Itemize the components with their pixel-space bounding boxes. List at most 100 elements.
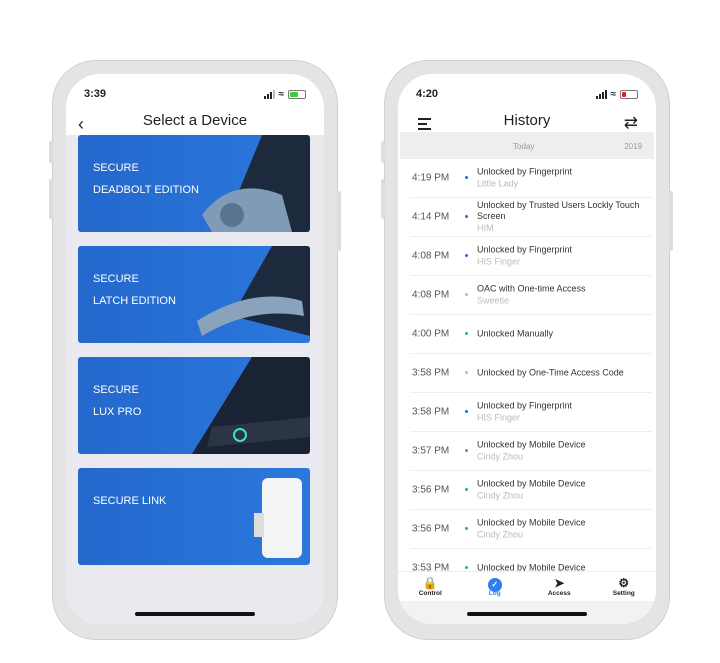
history-row[interactable]: 3:58 PM Unlocked by One-Time Access Code (410, 354, 652, 393)
year-label[interactable]: 2019 (624, 142, 642, 151)
tab-access[interactable]: ➤ Access (534, 572, 584, 601)
status-dot (465, 371, 468, 374)
history-row[interactable]: 3:57 PM Unlocked by Mobile Device Cindy Zh… (410, 432, 652, 471)
status-dot (465, 254, 468, 257)
status-bar: 4:20 ≈ (416, 87, 638, 101)
history-list[interactable]: 4:19 PM Unlocked by Fingerprint Little Lad… (398, 159, 656, 571)
history-row[interactable]: 4:14 PM Unlocked by Trusted Users Lockly … (410, 198, 652, 237)
row-event: Unlocked by Mobile Device (477, 562, 586, 572)
phone-right: 4:20 ≈ History ⇄ Today 2019 4:19 PM Unloc… (381, 60, 673, 640)
swap-icon[interactable]: ⇄ (624, 113, 638, 133)
battery-icon (620, 89, 638, 99)
tab-label: Log (488, 590, 501, 597)
tab-setting[interactable]: ⚙ Setting (599, 572, 649, 601)
status-dot (465, 332, 468, 335)
row-user: Cindy Zhou (477, 529, 524, 540)
tab-label: Access (547, 590, 571, 597)
row-time: 4:14 PM (412, 211, 450, 223)
wifi-icon: ≈ (278, 88, 285, 100)
status-dot (465, 449, 468, 452)
card-line1: SECURE (93, 384, 139, 396)
row-event: OAC with One-time Access (477, 283, 586, 294)
status-time: 3:39 (84, 88, 107, 100)
row-event: Unlocked by Fingerprint (477, 244, 573, 255)
status-dot (465, 215, 468, 218)
tab-bar: 🔒 Control ✓ Log ➤ Access ⚙ Setting (398, 571, 656, 601)
device-card[interactable]: SECURE DEADBOLT EDITION (78, 135, 310, 232)
page-title: Select a Device (142, 112, 248, 129)
history-row[interactable]: 4:19 PM Unlocked by Fingerprint Little Lad… (410, 159, 652, 198)
status-dot (465, 566, 468, 569)
card-line1: SECURE (93, 273, 139, 285)
row-user: Cindy Zhou (477, 490, 524, 501)
status-dot (465, 488, 468, 491)
status-dot (465, 410, 468, 413)
home-indicator (135, 612, 255, 616)
row-event: Unlocked by Fingerprint (477, 166, 573, 177)
device-card[interactable]: SECURE LATCH EDITION (78, 246, 310, 343)
today-label[interactable]: Today (513, 142, 534, 151)
tab-label: Control (418, 590, 442, 597)
row-time: 3:56 PM (412, 523, 450, 535)
history-row[interactable]: 3:58 PM Unlocked by Fingerprint HIS Finger (410, 393, 652, 432)
row-time: 3:58 PM (412, 406, 450, 418)
row-time: 4:00 PM (412, 328, 450, 340)
status-time: 4:20 (416, 88, 439, 100)
card-line1: SECURE (93, 162, 139, 174)
row-user: HIM (477, 223, 494, 233)
status-dot (465, 293, 468, 296)
date-header: Today 2019 (400, 132, 654, 159)
history-row[interactable]: 4:08 PM OAC with One-time Access Sweetie (410, 276, 652, 315)
send-icon: ➤ (554, 576, 565, 590)
history-row[interactable]: 4:00 PM Unlocked Manually (410, 315, 652, 354)
row-user: Cindy Zhou (477, 451, 524, 462)
row-user: Sweetie (477, 295, 510, 306)
tab-control[interactable]: 🔒 Control (405, 572, 455, 601)
tab-label: Setting (612, 590, 635, 597)
back-button[interactable]: ‹ (78, 114, 84, 135)
row-event: Unlocked by Mobile Device (477, 439, 586, 450)
row-event: Unlocked by Fingerprint (477, 400, 573, 411)
row-time: 4:08 PM (412, 289, 450, 301)
history-screen: 4:20 ≈ History ⇄ Today 2019 4:19 PM Unloc… (398, 74, 656, 624)
status-dot (465, 176, 468, 179)
card-line2: LUX PRO (93, 406, 142, 418)
home-indicator (467, 612, 587, 616)
row-time: 3:53 PM (412, 562, 450, 572)
page-title: History (503, 112, 551, 129)
menu-icon[interactable] (418, 118, 431, 133)
lock-icon: 🔒 (422, 576, 438, 590)
battery-icon (288, 89, 306, 99)
select-device-screen: 3:39 ≈ ‹ Select a Device SECURE DEADBOLT E… (66, 74, 324, 624)
card-line2: LATCH EDITION (93, 295, 176, 307)
history-row[interactable]: 3:56 PM Unlocked by Mobile Device Cindy Zh… (410, 510, 652, 549)
row-user: HIS Finger (477, 412, 521, 423)
row-event: Unlocked Manually (477, 328, 554, 339)
row-user: HIS Finger (477, 256, 521, 267)
phone-left: 3:39 ≈ ‹ Select a Device SECURE DEADBOLT E… (49, 60, 341, 640)
row-user: Little Lady (477, 178, 519, 189)
tab-log[interactable]: ✓ Log (470, 572, 520, 601)
signal-icon (595, 89, 607, 99)
status-bar: 3:39 ≈ (84, 87, 306, 101)
wifi-icon: ≈ (610, 88, 617, 100)
gear-icon: ⚙ (618, 576, 630, 590)
row-event: Unlocked by Trusted Users Lockly Touch S… (477, 200, 640, 221)
row-time: 3:56 PM (412, 484, 450, 496)
history-row[interactable]: 3:56 PM Unlocked by Mobile Device Cindy Zh… (410, 471, 652, 510)
row-event: Unlocked by One-Time Access Code (477, 367, 624, 378)
device-card[interactable]: SECURE LUX PRO (78, 357, 310, 454)
history-row[interactable]: 3:53 PM Unlocked by Mobile Device (410, 549, 652, 572)
row-time: 3:58 PM (412, 367, 450, 379)
row-event: Unlocked by Mobile Device (477, 517, 586, 528)
clock-icon: ✓ (470, 576, 520, 592)
history-row[interactable]: 4:08 PM Unlocked by Fingerprint HIS Finger (410, 237, 652, 276)
card-line2: DEADBOLT EDITION (93, 184, 199, 196)
row-event: Unlocked by Mobile Device (477, 478, 586, 489)
row-time: 3:57 PM (412, 445, 450, 457)
row-time: 4:19 PM (412, 172, 450, 184)
card-line1: SECURE LINK (93, 495, 167, 507)
row-time: 4:08 PM (412, 250, 450, 262)
signal-icon (263, 89, 275, 99)
device-card[interactable]: SECURE LINK (78, 468, 310, 565)
